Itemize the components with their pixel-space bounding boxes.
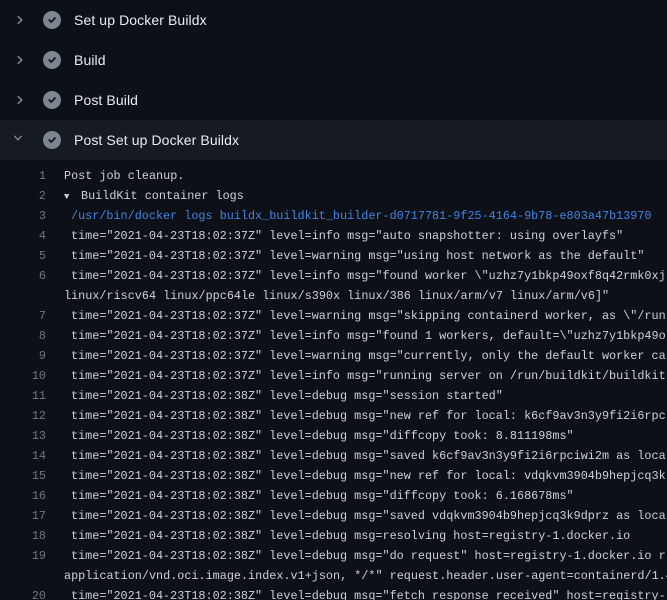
log-line: 8 time="2021-04-23T18:02:37Z" level=info… [0, 326, 667, 346]
log-line-text: Post job cleanup. [64, 166, 184, 186]
chevron-right-icon [12, 12, 28, 28]
log-line: 19 time="2021-04-23T18:02:38Z" level=deb… [0, 546, 667, 566]
step-header-set-up-docker-buildx[interactable]: Set up Docker Buildx [0, 0, 667, 40]
step-title: Post Set up Docker Buildx [74, 132, 239, 148]
log-line-number[interactable]: 16 [0, 486, 46, 506]
log-line-number[interactable]: 11 [0, 386, 46, 406]
log-line-number[interactable]: 5 [0, 246, 46, 266]
log-line-text: time="2021-04-23T18:02:38Z" level=debug … [64, 406, 666, 426]
log-line: 1 Post job cleanup. [0, 166, 667, 186]
log-line-number[interactable]: 7 [0, 306, 46, 326]
log-line: 14 time="2021-04-23T18:02:38Z" level=deb… [0, 446, 667, 466]
check-circle-icon [43, 91, 61, 109]
log-line-text: time="2021-04-23T18:02:38Z" level=debug … [64, 486, 574, 506]
log-line-number[interactable]: 2 [0, 186, 46, 206]
log-line-number[interactable]: 10 [0, 366, 46, 386]
log-line-number[interactable]: 8 [0, 326, 46, 346]
log-line-number[interactable]: 15 [0, 466, 46, 486]
log-line-text: time="2021-04-23T18:02:38Z" level=debug … [64, 526, 630, 546]
log-line: 7 time="2021-04-23T18:02:37Z" level=warn… [0, 306, 667, 326]
log-line-number[interactable]: 20 [0, 586, 46, 600]
log-line-number[interactable]: 6 [0, 266, 46, 286]
log-line: 4 time="2021-04-23T18:02:37Z" level=info… [0, 226, 667, 246]
log-line-text: time="2021-04-23T18:02:37Z" level=info m… [64, 266, 666, 286]
chevron-down-icon [12, 132, 28, 148]
step-header-post-build[interactable]: Post Build [0, 80, 667, 120]
log-line: 16 time="2021-04-23T18:02:38Z" level=deb… [0, 486, 667, 506]
log-line-number[interactable]: 9 [0, 346, 46, 366]
log-line: 12 time="2021-04-23T18:02:38Z" level=deb… [0, 406, 667, 426]
log-line: 5 time="2021-04-23T18:02:37Z" level=warn… [0, 246, 667, 266]
log-line-text: time="2021-04-23T18:02:37Z" level=info m… [64, 366, 666, 386]
log-line: 9 time="2021-04-23T18:02:37Z" level=warn… [0, 346, 667, 366]
log-line-number[interactable]: 13 [0, 426, 46, 446]
log-line-text: ▼BuildKit container logs [64, 186, 244, 206]
log-line-number[interactable] [0, 286, 46, 306]
log-group-toggle[interactable]: 2 ▼BuildKit container logs [0, 186, 667, 206]
log-line-text: time="2021-04-23T18:02:38Z" level=debug … [64, 386, 503, 406]
steps-list: Set up Docker Buildx Build [0, 0, 667, 160]
log-line-number[interactable] [0, 566, 46, 586]
step-header-build[interactable]: Build [0, 40, 667, 80]
log-line-text: linux/riscv64 linux/ppc64le linux/s390x … [64, 286, 609, 306]
log-line: 11 time="2021-04-23T18:02:38Z" level=deb… [0, 386, 667, 406]
log-line-text: time="2021-04-23T18:02:38Z" level=debug … [64, 426, 574, 446]
log-line-text: time="2021-04-23T18:02:37Z" level=warnin… [64, 246, 644, 266]
check-circle-icon [43, 131, 61, 149]
log-line-number[interactable]: 12 [0, 406, 46, 426]
log-line-text: time="2021-04-23T18:02:38Z" level=debug … [64, 506, 666, 526]
log-line-number[interactable]: 19 [0, 546, 46, 566]
log-line-text: application/vnd.oci.image.index.v1+json,… [64, 566, 667, 586]
log-line-number[interactable]: 14 [0, 446, 46, 466]
log-line-number[interactable]: 18 [0, 526, 46, 546]
caret-down-icon: ▼ [64, 187, 81, 206]
step-title: Build [74, 52, 106, 68]
log-line-number[interactable]: 1 [0, 166, 46, 186]
log-line: 10 time="2021-04-23T18:02:37Z" level=inf… [0, 366, 667, 386]
chevron-right-icon [12, 52, 28, 68]
log-line-text: time="2021-04-23T18:02:37Z" level=info m… [64, 326, 666, 346]
log-line-text: time="2021-04-23T18:02:38Z" level=debug … [64, 446, 666, 466]
step-header-post-set-up-docker-buildx[interactable]: Post Set up Docker Buildx [0, 120, 667, 160]
log-line: 17 time="2021-04-23T18:02:38Z" level=deb… [0, 506, 667, 526]
check-circle-icon [43, 11, 61, 29]
log-line: application/vnd.oci.image.index.v1+json,… [0, 566, 667, 586]
check-circle-icon [43, 51, 61, 69]
log-line: linux/riscv64 linux/ppc64le linux/s390x … [0, 286, 667, 306]
log-line: 3 /usr/bin/docker logs buildx_buildkit_b… [0, 206, 667, 226]
actions-log-viewer: Set up Docker Buildx Build [0, 0, 667, 600]
log-line-text: time="2021-04-23T18:02:38Z" level=debug … [64, 466, 666, 486]
chevron-right-icon [12, 92, 28, 108]
log-line: 20 time="2021-04-23T18:02:38Z" level=deb… [0, 586, 667, 600]
log-line-text: time="2021-04-23T18:02:37Z" level=warnin… [64, 346, 666, 366]
log-line-text: time="2021-04-23T18:02:38Z" level=debug … [64, 546, 666, 566]
log-viewer[interactable]: 1 Post job cleanup. 2 ▼BuildKit containe… [0, 160, 667, 600]
log-line: 18 time="2021-04-23T18:02:38Z" level=deb… [0, 526, 667, 546]
step-title: Set up Docker Buildx [74, 12, 207, 28]
log-line-text: /usr/bin/docker logs buildx_buildkit_bui… [64, 206, 652, 226]
log-line: 15 time="2021-04-23T18:02:38Z" level=deb… [0, 466, 667, 486]
log-line-text: time="2021-04-23T18:02:37Z" level=warnin… [64, 306, 666, 326]
step-title: Post Build [74, 92, 138, 108]
log-line-text: time="2021-04-23T18:02:38Z" level=debug … [64, 586, 666, 600]
log-line: 6 time="2021-04-23T18:02:37Z" level=info… [0, 266, 667, 286]
log-line-number[interactable]: 17 [0, 506, 46, 526]
log-line-text: time="2021-04-23T18:02:37Z" level=info m… [64, 226, 623, 246]
log-line: 13 time="2021-04-23T18:02:38Z" level=deb… [0, 426, 667, 446]
log-line-number[interactable]: 3 [0, 206, 46, 226]
log-line-number[interactable]: 4 [0, 226, 46, 246]
